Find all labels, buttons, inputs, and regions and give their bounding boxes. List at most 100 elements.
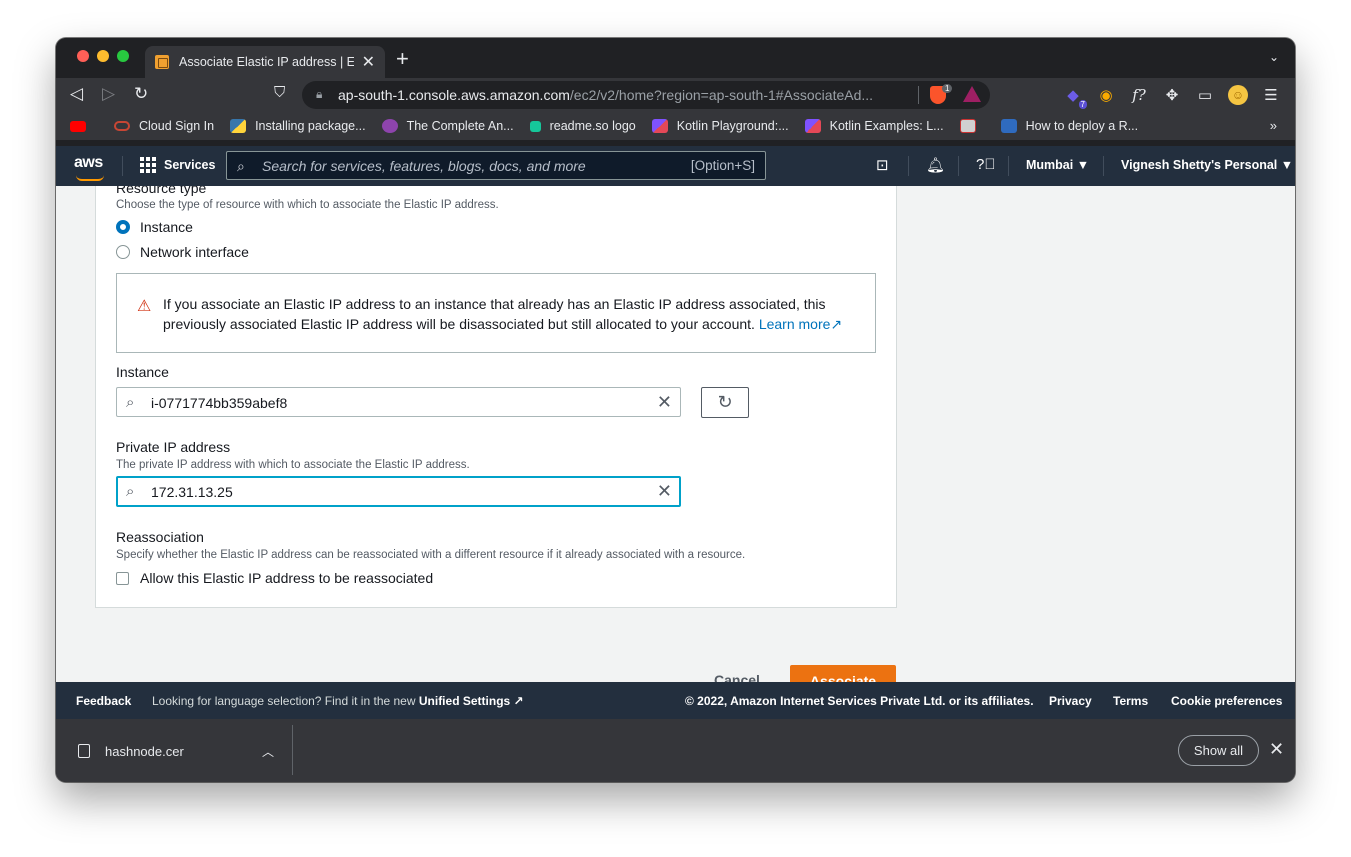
brave-shields-badge: 1 [942, 84, 953, 93]
tab-close-icon[interactable]: ✕ [362, 52, 375, 72]
external-link-icon: ↗ [513, 694, 524, 708]
bookmark-item[interactable] [959, 119, 985, 133]
bookmark-item[interactable]: How to deploy a R... [1000, 119, 1138, 133]
reload-icon[interactable]: ↻ [134, 84, 148, 104]
url-text: ap-south-1.console.aws.amazon.com/ec2/v2… [338, 87, 874, 103]
function-extension-icon[interactable]: f? [1129, 85, 1149, 105]
bookmarks-bar: Cloud Sign In Installing package... The … [56, 112, 1295, 140]
private-ip-input[interactable]: ⌕ 172.31.13.25 ✕ [116, 476, 681, 507]
associate-button[interactable]: Associate [790, 665, 896, 682]
bookmark-label: readme.so logo [549, 119, 636, 133]
wallet-icon[interactable]: ▭ [1195, 85, 1215, 105]
forward-icon[interactable]: ▷ [102, 84, 115, 104]
radio-button-checked[interactable] [116, 220, 130, 234]
download-file-name[interactable]: hashnode.cer [105, 744, 184, 759]
services-menu-button[interactable]: Services [140, 157, 215, 173]
search-icon: ⌕ [126, 394, 135, 411]
bookmark-item[interactable]: readme.so logo [529, 119, 636, 133]
aws-favicon-icon [155, 55, 169, 69]
extensions-puzzle-icon[interactable]: ✥ [1162, 85, 1182, 105]
aws-logo[interactable]: aws [74, 154, 103, 172]
browser-window: Associate Elastic IP address | EC2 ✕ + ⌄… [56, 38, 1295, 782]
unified-settings-link[interactable]: Unified Settings ↗ [419, 694, 524, 708]
shelf-divider [292, 725, 293, 775]
bookmark-label: Cloud Sign In [139, 119, 215, 133]
radio-instance[interactable]: Instance [116, 219, 193, 235]
close-icon[interactable]: ✕ [1269, 739, 1284, 760]
cancel-button[interactable]: Cancel [714, 672, 760, 682]
clear-icon[interactable]: ✕ [657, 392, 672, 413]
brave-rewards-icon[interactable] [963, 86, 981, 102]
cookie-preferences-link[interactable]: Cookie preferences [1171, 694, 1282, 708]
terms-link[interactable]: Terms [1113, 694, 1148, 708]
bookmark-item[interactable]: Cloud Sign In [114, 119, 214, 133]
lock-icon: 🔒︎ [316, 87, 323, 101]
header-divider [908, 156, 909, 176]
bookmark-item[interactable]: Kotlin Playground:... [651, 119, 789, 133]
maximize-window-button[interactable] [117, 50, 129, 62]
bookmark-item[interactable]: Installing package... [230, 119, 366, 133]
radio-network-interface[interactable]: Network interface [116, 244, 249, 260]
codesandbox-icon [1000, 119, 1017, 133]
alert-text: If you associate an Elastic IP address t… [163, 294, 863, 334]
search-placeholder: Search for services, features, blogs, do… [262, 158, 586, 174]
grid-icon [140, 157, 156, 173]
learn-more-link[interactable]: Learn more↗ [759, 316, 842, 332]
instance-search-input[interactable]: ⌕ i-0771774bb359abef8 ✕ [116, 387, 681, 417]
aws-footer: Feedback Looking for language selection?… [56, 682, 1295, 719]
warning-icon: ⚠ [137, 298, 152, 315]
aws-search-input[interactable]: ⌕ Search for services, features, blogs, … [226, 151, 766, 180]
file-icon [78, 744, 90, 758]
browser-menu-icon[interactable]: ☰ [1261, 85, 1281, 105]
clear-icon[interactable]: ✕ [657, 481, 672, 502]
bookmark-label: Installing package... [255, 119, 366, 133]
privacy-link[interactable]: Privacy [1049, 694, 1092, 708]
youtube-bookmark[interactable] [70, 120, 98, 132]
chevron-up-icon[interactable]: ︿ [262, 743, 274, 760]
extension-stack-icon[interactable]: ◆ 7 [1063, 85, 1087, 109]
help-icon[interactable]: ?⃝ [976, 156, 996, 173]
language-text: Looking for language selection? Find it … [152, 694, 416, 708]
radio-button[interactable] [116, 245, 130, 259]
cloudshell-icon[interactable]: ⊡ [876, 156, 889, 174]
new-tab-button[interactable]: + [396, 48, 409, 70]
reassociation-checkbox-row[interactable]: Allow this Elastic IP address to be reas… [116, 570, 433, 586]
search-shortcut: [Option+S] [690, 158, 755, 173]
feedback-link[interactable]: Feedback [76, 694, 131, 708]
tab-search-chevron-icon[interactable]: ⌄ [1269, 50, 1279, 64]
more-bookmarks-icon[interactable]: » [1270, 118, 1277, 133]
address-divider [918, 86, 919, 104]
reassociation-checkbox[interactable] [116, 571, 129, 585]
header-divider [958, 156, 959, 176]
readme-icon [529, 120, 541, 132]
private-ip-value: 172.31.13.25 [151, 484, 233, 500]
udemy-icon [381, 119, 398, 133]
profile-avatar-icon[interactable]: ☺ [1228, 85, 1248, 105]
color-picker-extension-icon[interactable]: ◉ [1096, 85, 1116, 105]
reassociation-title: Reassociation [116, 529, 204, 545]
instance-value: i-0771774bb359abef8 [151, 395, 288, 411]
bookmark-item[interactable]: Kotlin Examples: L... [804, 119, 944, 133]
warning-alert: ⚠ If you associate an Elastic IP address… [116, 273, 876, 353]
associate-form-panel: Resource type Choose the type of resourc… [95, 186, 897, 608]
alert-message: If you associate an Elastic IP address t… [163, 296, 826, 332]
show-all-button[interactable]: Show all [1178, 735, 1259, 766]
bookmark-icon[interactable]: ⛉ [274, 84, 285, 101]
notifications-bell-icon[interactable]: 🔔︎ [926, 156, 945, 174]
radio-label: Instance [140, 219, 193, 235]
close-window-button[interactable] [77, 50, 89, 62]
search-icon: ⌕ [126, 483, 135, 500]
account-menu[interactable]: Vignesh Shetty's Personal ▼ [1121, 158, 1293, 172]
active-tab[interactable]: Associate Elastic IP address | EC2 ✕ [145, 46, 385, 78]
tcs-icon [959, 119, 976, 133]
region-label: Mumbai [1026, 158, 1074, 172]
refresh-button[interactable]: ↻ [701, 387, 749, 418]
tab-strip: Associate Elastic IP address | EC2 ✕ + ⌄ [56, 38, 1295, 78]
region-selector[interactable]: Mumbai ▼ [1026, 158, 1089, 172]
minimize-window-button[interactable] [97, 50, 109, 62]
address-bar[interactable]: 🔒︎ ap-south-1.console.aws.amazon.com/ec2… [302, 81, 990, 109]
bookmark-item[interactable]: The Complete An... [381, 119, 514, 133]
back-icon[interactable]: ◁ [70, 84, 83, 104]
resource-type-title: Resource type [116, 186, 207, 196]
header-divider [1103, 156, 1104, 176]
